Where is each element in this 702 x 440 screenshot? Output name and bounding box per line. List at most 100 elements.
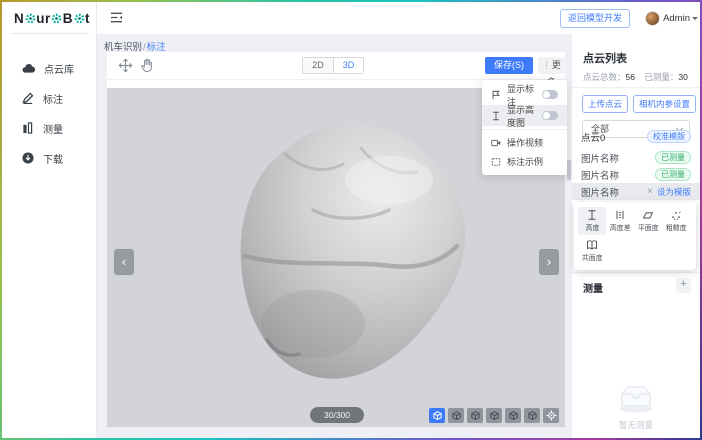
upload-pointcloud-button[interactable]: 上传点云 — [582, 95, 628, 113]
tool-height-diff[interactable]: 高度差 — [606, 207, 634, 235]
gear-icon — [25, 13, 36, 24]
locate-button[interactable] — [543, 408, 559, 423]
sidebar-item-annotate[interactable]: 标注 — [2, 87, 97, 109]
cube-icon — [489, 410, 500, 421]
app-logo: N ur B t — [14, 11, 90, 26]
tool-height[interactable]: 高度 — [578, 207, 606, 235]
pan-icon[interactable] — [118, 58, 133, 73]
cube-icon — [451, 410, 462, 421]
more-button[interactable]: ⋮更多 — [538, 57, 565, 74]
view-buttons-bar — [429, 408, 559, 423]
gear-icon — [51, 13, 62, 24]
sidebar-item-label: 点云库 — [44, 61, 74, 76]
logo-text: B — [63, 11, 73, 26]
tool-flatness[interactable]: 平面度 — [634, 207, 662, 235]
height-diff-icon — [614, 209, 626, 221]
menu-item-label: 标注示例 — [507, 155, 558, 168]
menu-item-annotation-example[interactable]: 标注示例 — [482, 152, 567, 171]
panel-title: 点云列表 — [583, 50, 627, 66]
tool-roughness[interactable]: 粗糙度 — [662, 207, 690, 235]
show-heightmap-toggle[interactable] — [542, 111, 558, 120]
chevron-down-icon — [692, 17, 698, 23]
view-iso-button[interactable] — [429, 408, 445, 423]
prev-image-button[interactable]: ‹ — [114, 249, 134, 275]
mode-3d-button[interactable]: 3D — [333, 57, 364, 74]
mode-2d-button[interactable]: 2D — [302, 57, 333, 74]
next-image-button[interactable]: › — [539, 249, 559, 275]
menu-item-label: 显示高度图 — [507, 103, 536, 129]
view-top-button[interactable] — [524, 408, 540, 423]
cube-icon — [432, 410, 443, 421]
breadcrumb-separator: / — [143, 42, 146, 53]
measured-badge: 已测量 — [655, 168, 691, 181]
locate-icon — [546, 410, 557, 421]
coplanarity-icon — [586, 239, 598, 251]
logo-text: N — [14, 11, 24, 26]
plus-icon: + — [680, 278, 686, 290]
canvas-toolbar: 2D 3D 保存(S) ⋮更多 — [107, 52, 565, 80]
height-icon — [586, 209, 598, 221]
view-front-button[interactable] — [448, 408, 464, 423]
sidebar-item-pointcloud-library[interactable]: 点云库 — [2, 57, 97, 79]
list-item-pointcloud0[interactable]: 点云0 校准模版 — [572, 128, 700, 145]
gear-icon — [74, 13, 85, 24]
item-name: 图片名称 — [581, 185, 619, 199]
sidebar-item-measure[interactable]: 测量 — [2, 117, 97, 139]
image-counter-badge: 30/300 — [310, 407, 364, 423]
heightmap-icon — [491, 111, 501, 121]
list-item-image[interactable]: 图片名称 已测量 — [572, 166, 700, 183]
divider — [482, 129, 567, 130]
measure-icon — [22, 122, 34, 134]
list-item-image-selected[interactable]: 图片名称 × 设为模版 — [572, 183, 700, 200]
item-name: 图片名称 — [581, 151, 619, 165]
measured-badge: 已测量 — [655, 151, 691, 164]
tool-label: 共面度 — [582, 252, 603, 262]
view-mode-toggle: 2D 3D — [302, 57, 364, 74]
add-measurement-button[interactable]: + — [676, 278, 691, 293]
avatar[interactable] — [645, 11, 660, 26]
menu-item-tutorial-video[interactable]: 操作视频 — [482, 133, 567, 152]
divider — [572, 272, 700, 273]
example-icon — [491, 157, 501, 167]
pen-icon — [22, 92, 34, 104]
hand-icon[interactable] — [140, 58, 154, 73]
divider — [10, 33, 89, 34]
set-as-template-link[interactable]: 设为模版 — [657, 186, 691, 198]
cube-icon — [470, 410, 481, 421]
breadcrumb: 机车识别/标注 — [104, 39, 166, 53]
stat-total-value: 56 — [626, 72, 635, 82]
breadcrumb-parent[interactable]: 机车识别 — [104, 42, 142, 53]
tool-coplanarity[interactable]: 共面度 — [578, 237, 606, 265]
scrollbar-thumb[interactable] — [567, 160, 571, 180]
sidebar-item-label: 下载 — [43, 151, 63, 166]
menu-fold-icon[interactable] — [110, 11, 123, 24]
tool-label: 平面度 — [638, 222, 659, 232]
user-menu[interactable]: Admin — [663, 13, 690, 24]
view-back-button[interactable] — [467, 408, 483, 423]
sidebar-item-download[interactable]: 下载 — [2, 147, 97, 169]
menu-item-show-heightmap[interactable]: 显示高度图 — [482, 105, 567, 126]
view-left-button[interactable] — [486, 408, 502, 423]
flatness-icon — [642, 209, 654, 221]
empty-state-text: 暂无测量 — [572, 419, 700, 431]
view-right-button[interactable] — [505, 408, 521, 423]
arrow-right-icon: › — [547, 254, 551, 269]
empty-state: 暂无测量 — [572, 382, 700, 431]
more-dropdown-menu: 显示标注 显示高度图 操作视频 标注示例 — [482, 80, 567, 175]
top-header: 返回模型开发 Admin — [97, 2, 700, 34]
stat-total-label: 点云总数： — [583, 72, 626, 82]
sidebar-item-label: 测量 — [43, 121, 63, 136]
show-annotation-toggle[interactable] — [542, 90, 558, 99]
list-item-image[interactable]: 图片名称 已测量 — [572, 149, 700, 166]
item-name: 图片名称 — [581, 168, 619, 182]
panel-stats: 点云总数：56 已测量：30 — [583, 71, 695, 83]
back-to-model-dev-button[interactable]: 返回模型开发 — [560, 9, 630, 28]
divider — [572, 87, 700, 88]
roughness-icon — [670, 209, 682, 221]
neurobot-app: N ur B t 点云库 标注 测量 下载 返回模型开发 A — [2, 2, 700, 438]
close-icon[interactable]: × — [647, 186, 653, 197]
breadcrumb-current: 标注 — [147, 42, 166, 53]
save-button[interactable]: 保存(S) — [485, 57, 533, 74]
tooth-3d-model[interactable] — [193, 114, 483, 392]
camera-intrinsics-button[interactable]: 相机内参设置 — [633, 95, 696, 113]
